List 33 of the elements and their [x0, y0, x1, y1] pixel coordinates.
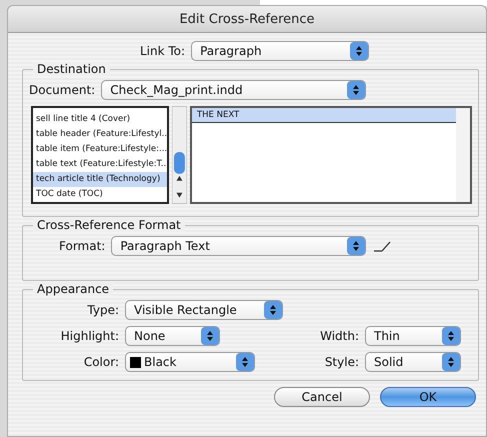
list-item[interactable]: THE NEXT: [192, 108, 456, 123]
highlight-popup[interactable]: None: [125, 326, 220, 346]
group-title: Cross-Reference Format: [33, 218, 185, 232]
stepper-icon: [347, 81, 366, 99]
field-label: Color:: [82, 355, 119, 369]
field-label: Type:: [86, 303, 119, 317]
dialog-button[interactable]: Cancel: [274, 387, 370, 407]
field-label: Link To:: [140, 44, 186, 58]
type-popup[interactable]: Visible Rectangle: [125, 300, 283, 320]
field-label: Width:: [319, 329, 359, 343]
stepper-icon: [347, 237, 366, 255]
link-to-popup[interactable]: Paragraph: [191, 41, 370, 61]
width-popup[interactable]: Thin: [365, 326, 461, 346]
style-popup[interactable]: Solid: [365, 352, 461, 372]
group-title: Destination: [33, 62, 110, 76]
stepper-icon: [264, 301, 282, 319]
document-popup[interactable]: Check_Mag_print.indd: [101, 80, 366, 100]
list-item[interactable]: tech article title (Technology): [33, 172, 168, 187]
stepper-icon: [442, 327, 460, 345]
field-label: Highlight:: [60, 329, 119, 343]
stepper-icon: [201, 327, 219, 345]
color-popup[interactable]: Black: [125, 352, 255, 372]
stepper-icon: [350, 42, 368, 60]
scrollbar-icon: [172, 106, 187, 204]
field-label: Style:: [324, 355, 359, 369]
field-label: Format:: [59, 239, 106, 253]
default-button[interactable]: OK: [380, 387, 476, 407]
format-popup[interactable]: Paragraph Text: [111, 236, 366, 256]
field-label: Document:: [29, 83, 96, 97]
stepper-icon: [442, 353, 460, 371]
window-title: Edit Cross-Reference: [179, 12, 315, 26]
stepper-icon: [236, 353, 254, 371]
group-title: Appearance: [33, 282, 114, 296]
